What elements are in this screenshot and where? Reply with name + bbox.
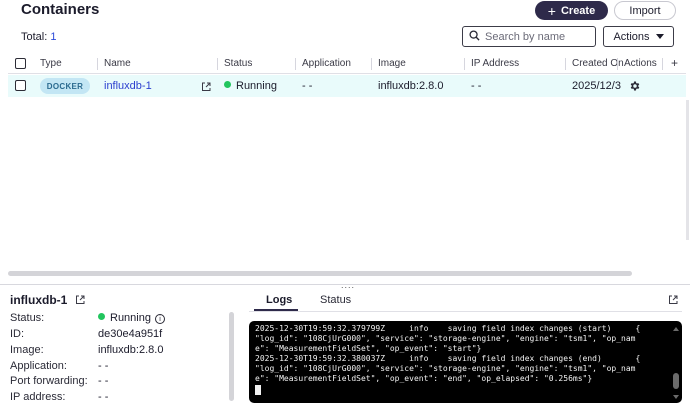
table-horizontal-scrollbar[interactable] (8, 271, 632, 276)
table-vertical-scrollbar[interactable] (686, 100, 689, 240)
column-application[interactable]: Application (302, 58, 351, 69)
log-terminal[interactable]: 2025-12-30T19:59:32.379799Z info saving … (249, 321, 682, 403)
total-count-value: 1 (50, 31, 57, 43)
column-separator (662, 58, 663, 70)
detail-container-name: influxdb-1 (10, 293, 68, 307)
tab-status[interactable]: Status (320, 294, 351, 306)
actions-dropdown-label: Actions (613, 30, 650, 43)
port-forwarding-value: - - (98, 375, 109, 387)
caret-down-icon (655, 34, 664, 39)
status-text: Running (236, 80, 277, 92)
create-button[interactable]: + Create (535, 1, 608, 20)
search-box[interactable] (462, 26, 596, 47)
terminal-scrollbar[interactable] (673, 327, 679, 403)
column-separator (97, 58, 98, 70)
image-value: influxdb:2.8.0 (98, 344, 164, 356)
ip-address-value: - - (98, 391, 109, 403)
application-value: - - (98, 360, 109, 372)
status-value-text: Running (110, 312, 151, 324)
ip-address-label: IP address: (10, 391, 66, 403)
external-link-icon[interactable] (668, 294, 678, 308)
resize-handle[interactable]: .... (341, 280, 355, 290)
total-count: Total: 1 (21, 31, 56, 43)
import-button[interactable]: Import (614, 1, 676, 20)
detail-title: influxdb-1 (10, 293, 85, 308)
status-label: Status: (10, 312, 45, 324)
port-forwarding-label: Port forwarding: (10, 375, 88, 387)
column-created-on[interactable]: Created On (572, 58, 624, 69)
application-label: Application: (10, 360, 67, 372)
application-cell: - - (302, 80, 313, 92)
status-cell: Running (224, 80, 277, 92)
scroll-up-icon[interactable] (673, 327, 679, 331)
create-button-label: Create (560, 4, 596, 17)
gear-icon[interactable] (629, 80, 641, 95)
column-image[interactable]: Image (378, 58, 406, 69)
id-label: ID: (10, 328, 25, 340)
actions-dropdown[interactable]: Actions (603, 26, 674, 47)
tab-logs[interactable]: Logs (266, 294, 292, 306)
image-label: Image: (10, 344, 44, 356)
search-icon (469, 29, 480, 44)
ip-address-cell: - - (471, 80, 482, 92)
log-line: e": "MeasurementFieldSet", "op_event": "… (255, 374, 593, 383)
external-link-icon[interactable] (75, 294, 85, 308)
column-separator (371, 58, 372, 70)
column-separator (565, 58, 566, 70)
column-separator (464, 58, 465, 70)
external-link-icon[interactable] (201, 81, 211, 95)
info-icon[interactable]: i (154, 314, 165, 324)
log-line: "log_id": "108CjUrG000", "service": "sto… (255, 334, 636, 343)
column-separator (617, 58, 618, 70)
detail-tabs: Logs Status (249, 290, 682, 312)
log-line: e": "MeasurementFieldSet", "op_event": "… (255, 344, 482, 353)
running-dot-icon (98, 313, 105, 320)
image-cell: influxdb:2.8.0 (378, 80, 444, 92)
created-on-cell: 2025/12/3 (572, 80, 621, 92)
row-checkbox[interactable] (15, 80, 26, 91)
running-dot-icon (224, 81, 231, 88)
add-column-button[interactable]: + (671, 56, 678, 70)
table-header: Type Name Status Application Image IP Ad… (8, 54, 686, 74)
select-all-checkbox[interactable] (15, 58, 26, 69)
column-actions: Actions (624, 58, 657, 69)
detail-scrollbar[interactable] (229, 312, 234, 401)
column-separator (295, 58, 296, 70)
active-tab-indicator (254, 309, 298, 311)
type-badge: DOCKER (40, 78, 90, 94)
container-name-link[interactable]: influxdb-1 (104, 80, 152, 92)
column-separator (217, 58, 218, 70)
scroll-thumb[interactable] (673, 373, 679, 389)
search-input[interactable] (485, 30, 589, 43)
log-line: 2025-12-30T19:59:32.379799Z info saving … (255, 324, 641, 333)
plus-icon: + (547, 2, 556, 19)
total-label: Total: (21, 31, 48, 43)
column-status[interactable]: Status (224, 58, 252, 69)
column-name[interactable]: Name (104, 58, 131, 69)
id-value: de30e4a951f (98, 328, 163, 340)
page-title: Containers (21, 1, 100, 18)
status-value: Running i (98, 312, 165, 324)
column-ip-address[interactable]: IP Address (471, 58, 519, 69)
scroll-down-icon[interactable] (673, 395, 679, 399)
terminal-cursor (255, 385, 261, 395)
log-line: "log_id": "108CjUrG000", "service": "sto… (255, 364, 636, 373)
log-line: 2025-12-30T19:59:32.380037Z info saving … (255, 354, 641, 363)
column-type[interactable]: Type (40, 58, 62, 69)
table-row[interactable]: DOCKER influxdb-1 Running - - influxdb:2… (8, 75, 686, 97)
